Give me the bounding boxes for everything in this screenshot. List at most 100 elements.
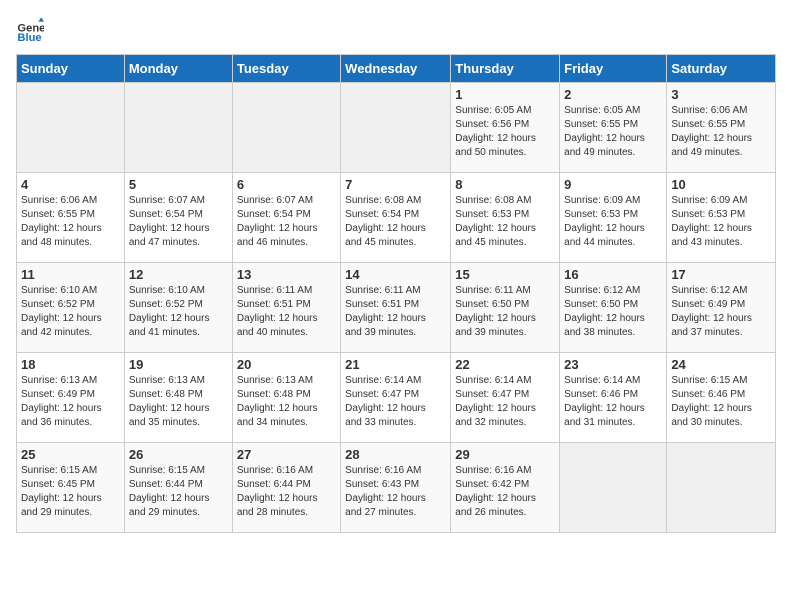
weekday-header: Thursday [451, 55, 560, 83]
calendar-cell: 19Sunrise: 6:13 AM Sunset: 6:48 PM Dayli… [124, 353, 232, 443]
calendar-cell: 23Sunrise: 6:14 AM Sunset: 6:46 PM Dayli… [560, 353, 667, 443]
calendar-cell: 28 Sunrise: 6:16 AM Sunset: 6:43 PM Dayli… [341, 443, 451, 533]
weekday-header: Sunday [17, 55, 125, 83]
calendar-header-row: SundayMondayTuesdayWednesdayThursdayFrid… [17, 55, 776, 83]
day-detail: Sunrise: 6:15 AM Sunset: 6:44 PM Dayligh… [129, 465, 210, 518]
day-detail: Sunrise: 6:06 AM Sunset: 6:55 PM Dayligh… [671, 105, 752, 158]
day-number: 11 [21, 267, 120, 282]
calendar-cell: 17Sunrise: 6:12 AM Sunset: 6:49 PM Dayli… [667, 263, 776, 353]
calendar-cell [341, 83, 451, 173]
calendar-cell: 9 Sunrise: 6:09 AM Sunset: 6:53 PM Daylig… [560, 173, 667, 263]
calendar-cell [124, 83, 232, 173]
calendar-cell: 3 Sunrise: 6:06 AM Sunset: 6:55 PM Daylig… [667, 83, 776, 173]
day-number: 19 [129, 357, 228, 372]
day-number: 25 [21, 447, 120, 462]
day-detail: Sunrise: 6:11 AM Sunset: 6:51 PM Dayligh… [237, 285, 318, 338]
day-detail: Sunrise: 6:12 AM Sunset: 6:50 PM Dayligh… [564, 285, 645, 338]
day-number: 20 [237, 357, 336, 372]
day-detail: Sunrise: 6:07 AM Sunset: 6:54 PM Dayligh… [237, 195, 318, 248]
day-number: 3 [671, 87, 771, 102]
calendar-cell: 4 Sunrise: 6:06 AM Sunset: 6:55 PM Daylig… [17, 173, 125, 263]
day-detail: Sunrise: 6:14 AM Sunset: 6:47 PM Dayligh… [455, 375, 536, 428]
calendar-week-row: 1 Sunrise: 6:05 AM Sunset: 6:56 PM Daylig… [17, 83, 776, 173]
day-detail: Sunrise: 6:07 AM Sunset: 6:54 PM Dayligh… [129, 195, 210, 248]
day-number: 17 [671, 267, 771, 282]
calendar-cell: 5 Sunrise: 6:07 AM Sunset: 6:54 PM Daylig… [124, 173, 232, 263]
day-number: 8 [455, 177, 555, 192]
day-number: 5 [129, 177, 228, 192]
day-number: 21 [345, 357, 446, 372]
day-detail: Sunrise: 6:15 AM Sunset: 6:46 PM Dayligh… [671, 375, 752, 428]
day-number: 24 [671, 357, 771, 372]
day-detail: Sunrise: 6:16 AM Sunset: 6:42 PM Dayligh… [455, 465, 536, 518]
calendar-table: SundayMondayTuesdayWednesdayThursdayFrid… [16, 54, 776, 533]
calendar-cell: 12 Sunrise: 6:10 AM Sunset: 6:52 PM Dayli… [124, 263, 232, 353]
day-number: 22 [455, 357, 555, 372]
calendar-cell: 16 Sunrise: 6:12 AM Sunset: 6:50 PM Dayli… [560, 263, 667, 353]
day-number: 2 [564, 87, 662, 102]
day-number: 14 [345, 267, 446, 282]
calendar-cell: 6Sunrise: 6:07 AM Sunset: 6:54 PM Daylig… [232, 173, 340, 263]
calendar-week-row: 18Sunrise: 6:13 AM Sunset: 6:49 PM Dayli… [17, 353, 776, 443]
weekday-header: Friday [560, 55, 667, 83]
day-number: 10 [671, 177, 771, 192]
calendar-cell: 24 Sunrise: 6:15 AM Sunset: 6:46 PM Dayli… [667, 353, 776, 443]
calendar-body: 1 Sunrise: 6:05 AM Sunset: 6:56 PM Daylig… [17, 83, 776, 533]
calendar-cell [232, 83, 340, 173]
calendar-cell: 8Sunrise: 6:08 AM Sunset: 6:53 PM Daylig… [451, 173, 560, 263]
calendar-week-row: 25 Sunrise: 6:15 AM Sunset: 6:45 PM Dayli… [17, 443, 776, 533]
day-detail: Sunrise: 6:10 AM Sunset: 6:52 PM Dayligh… [129, 285, 210, 338]
day-number: 29 [455, 447, 555, 462]
day-detail: Sunrise: 6:05 AM Sunset: 6:56 PM Dayligh… [455, 105, 536, 158]
calendar-cell: 29 Sunrise: 6:16 AM Sunset: 6:42 PM Dayli… [451, 443, 560, 533]
day-number: 15 [455, 267, 555, 282]
day-detail: Sunrise: 6:10 AM Sunset: 6:52 PM Dayligh… [21, 285, 102, 338]
day-detail: Sunrise: 6:11 AM Sunset: 6:50 PM Dayligh… [455, 285, 536, 338]
day-number: 4 [21, 177, 120, 192]
day-detail: Sunrise: 6:16 AM Sunset: 6:44 PM Dayligh… [237, 465, 318, 518]
day-number: 27 [237, 447, 336, 462]
day-detail: Sunrise: 6:16 AM Sunset: 6:43 PM Dayligh… [345, 465, 426, 518]
day-detail: Sunrise: 6:09 AM Sunset: 6:53 PM Dayligh… [671, 195, 752, 248]
calendar-cell: 18Sunrise: 6:13 AM Sunset: 6:49 PM Dayli… [17, 353, 125, 443]
day-detail: Sunrise: 6:15 AM Sunset: 6:45 PM Dayligh… [21, 465, 102, 518]
calendar-cell: 15 Sunrise: 6:11 AM Sunset: 6:50 PM Dayli… [451, 263, 560, 353]
day-number: 7 [345, 177, 446, 192]
calendar-cell: 20 Sunrise: 6:13 AM Sunset: 6:48 PM Dayli… [232, 353, 340, 443]
day-number: 26 [129, 447, 228, 462]
calendar-cell: 7 Sunrise: 6:08 AM Sunset: 6:54 PM Daylig… [341, 173, 451, 263]
calendar-cell [667, 443, 776, 533]
day-number: 28 [345, 447, 446, 462]
calendar-cell: 1 Sunrise: 6:05 AM Sunset: 6:56 PM Daylig… [451, 83, 560, 173]
day-detail: Sunrise: 6:09 AM Sunset: 6:53 PM Dayligh… [564, 195, 645, 248]
day-number: 9 [564, 177, 662, 192]
day-detail: Sunrise: 6:13 AM Sunset: 6:48 PM Dayligh… [237, 375, 318, 428]
calendar-cell: 22 Sunrise: 6:14 AM Sunset: 6:47 PM Dayli… [451, 353, 560, 443]
day-detail: Sunrise: 6:08 AM Sunset: 6:54 PM Dayligh… [345, 195, 426, 248]
day-detail: Sunrise: 6:14 AM Sunset: 6:47 PM Dayligh… [345, 375, 426, 428]
calendar-week-row: 11 Sunrise: 6:10 AM Sunset: 6:52 PM Dayli… [17, 263, 776, 353]
calendar-cell: 21 Sunrise: 6:14 AM Sunset: 6:47 PM Dayli… [341, 353, 451, 443]
logo: General Blue [16, 16, 46, 44]
calendar-cell: 25 Sunrise: 6:15 AM Sunset: 6:45 PM Dayli… [17, 443, 125, 533]
day-detail: Sunrise: 6:06 AM Sunset: 6:55 PM Dayligh… [21, 195, 102, 248]
weekday-header: Monday [124, 55, 232, 83]
svg-text:Blue: Blue [17, 32, 41, 44]
day-number: 12 [129, 267, 228, 282]
day-number: 1 [455, 87, 555, 102]
day-detail: Sunrise: 6:14 AM Sunset: 6:46 PM Dayligh… [564, 375, 645, 428]
weekday-header: Tuesday [232, 55, 340, 83]
calendar-week-row: 4 Sunrise: 6:06 AM Sunset: 6:55 PM Daylig… [17, 173, 776, 263]
calendar-cell: 13Sunrise: 6:11 AM Sunset: 6:51 PM Dayli… [232, 263, 340, 353]
day-detail: Sunrise: 6:05 AM Sunset: 6:55 PM Dayligh… [564, 105, 645, 158]
day-number: 16 [564, 267, 662, 282]
weekday-header: Saturday [667, 55, 776, 83]
header: General Blue [16, 16, 776, 44]
day-number: 18 [21, 357, 120, 372]
calendar-cell [560, 443, 667, 533]
calendar-cell: 11 Sunrise: 6:10 AM Sunset: 6:52 PM Dayli… [17, 263, 125, 353]
calendar-cell: 26 Sunrise: 6:15 AM Sunset: 6:44 PM Dayli… [124, 443, 232, 533]
calendar-cell: 10 Sunrise: 6:09 AM Sunset: 6:53 PM Dayli… [667, 173, 776, 263]
day-detail: Sunrise: 6:11 AM Sunset: 6:51 PM Dayligh… [345, 285, 426, 338]
calendar-cell [17, 83, 125, 173]
